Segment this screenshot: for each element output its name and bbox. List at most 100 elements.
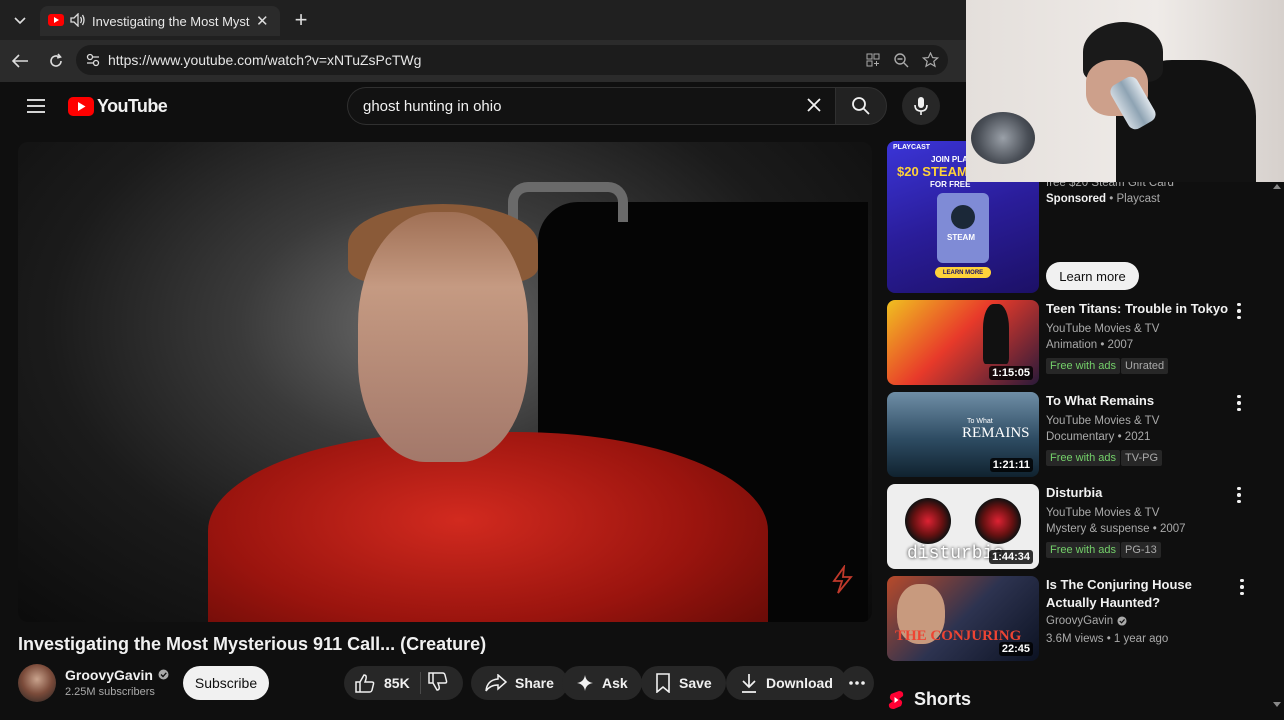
tab-list-chevron-icon[interactable]: [8, 8, 32, 32]
grab-handle: [508, 182, 628, 222]
save-label: Save: [679, 675, 712, 691]
verified-check-icon: [158, 667, 169, 683]
video-title-link[interactable]: Is The Conjuring House Actually Haunted?: [1046, 576, 1236, 612]
more-vertical-icon[interactable]: [1231, 393, 1247, 413]
like-count: 85K: [384, 675, 410, 691]
video-meta: Documentary • 2021: [1046, 431, 1151, 443]
youtube-favicon-icon: [48, 13, 64, 29]
sparkle-icon: [577, 675, 593, 691]
more-horizontal-icon: [849, 681, 865, 685]
ad-free-text: FOR FREE: [930, 180, 971, 189]
thumb-figure: [983, 304, 1009, 364]
subscribe-button[interactable]: Subscribe: [183, 666, 269, 700]
sponsored-label: Sponsored: [1046, 193, 1107, 205]
youtube-logo-text: YouTube: [97, 96, 168, 116]
subscriber-count: 2.25M subscribers: [65, 686, 155, 698]
zoom-icon[interactable]: [891, 50, 911, 70]
advertiser-name: Playcast: [1116, 193, 1160, 205]
address-bar[interactable]: https://www.youtube.com/watch?v=xNTuZsPc…: [76, 45, 948, 75]
video-channel[interactable]: GroovyGavin: [1046, 615, 1113, 627]
site-info-icon[interactable]: [85, 52, 101, 71]
steam-text: STEAM: [947, 233, 975, 242]
channel-watermark-icon[interactable]: [830, 563, 854, 600]
learn-more-button[interactable]: Learn more: [1046, 262, 1139, 290]
share-button[interactable]: Share: [471, 666, 568, 700]
person-face: [358, 212, 528, 462]
video-thumbnail[interactable]: disturbia 1:44:34: [887, 484, 1039, 569]
video-thumbnail[interactable]: To What REMAINS 1:21:11: [887, 392, 1039, 477]
scroll-up-arrow-icon[interactable]: [1273, 184, 1281, 189]
channel-name-row[interactable]: GroovyGavin: [65, 667, 169, 683]
ask-label: Ask: [602, 675, 628, 691]
rating-badge: TV-PG: [1121, 450, 1163, 466]
binocular-lens-left: [905, 498, 951, 544]
free-with-ads-badge: Free with ads: [1046, 358, 1121, 374]
channel-avatar[interactable]: [18, 664, 56, 702]
back-arrow-icon[interactable]: [7, 48, 33, 74]
more-vertical-icon[interactable]: [1231, 301, 1247, 321]
video-meta: Animation • 2007: [1046, 339, 1134, 351]
channel-name[interactable]: GroovyGavin: [65, 667, 153, 683]
steam-card-image: STEAM: [937, 193, 989, 263]
red-jacket: [208, 432, 768, 622]
shorts-label: Shorts: [914, 689, 972, 709]
new-tab-plus-icon[interactable]: +: [289, 7, 313, 32]
tab-close-icon[interactable]: ✕: [256, 12, 269, 30]
rating-badge: PG-13: [1121, 542, 1161, 558]
like-button[interactable]: 85K: [354, 673, 410, 693]
video-duration: 22:45: [998, 642, 1033, 656]
download-button[interactable]: Download: [726, 666, 847, 700]
app-available-icon[interactable]: [863, 50, 883, 70]
video-player[interactable]: [18, 142, 872, 622]
scroll-down-arrow-icon[interactable]: [1273, 702, 1281, 707]
steam-logo-icon: [951, 205, 975, 229]
video-channel-row[interactable]: GroovyGavin: [1046, 615, 1127, 627]
download-icon: [742, 674, 756, 693]
favorite-star-icon[interactable]: [920, 50, 940, 70]
video-thumbnail[interactable]: 1:15:05: [887, 300, 1039, 385]
more-actions-button[interactable]: [840, 666, 874, 700]
video-thumbnail[interactable]: THE CONJURING 22:45: [887, 576, 1039, 661]
video-channel[interactable]: YouTube Movies & TV: [1046, 507, 1159, 519]
thumbs-up-icon: [355, 674, 375, 693]
shorts-logo-icon: [888, 690, 904, 709]
speaker-icon[interactable]: [70, 11, 86, 30]
video-duration: 1:21:11: [989, 458, 1033, 472]
youtube-header: YouTube ghost hunting in ohio: [0, 82, 966, 130]
video-channel[interactable]: YouTube Movies & TV: [1046, 323, 1159, 335]
video-title-link[interactable]: Disturbia: [1046, 484, 1236, 502]
search-input[interactable]: ghost hunting in ohio: [347, 87, 835, 125]
thumbs-down-icon: [427, 671, 448, 691]
youtube-logo[interactable]: YouTube: [68, 96, 168, 117]
search-button[interactable]: [835, 87, 887, 125]
binocular-lens-right: [975, 498, 1021, 544]
video-title-link[interactable]: To What Remains: [1046, 392, 1236, 410]
thumb-small-text: To What: [967, 418, 993, 425]
voice-search-button[interactable]: [902, 87, 940, 125]
ad-offer-text: $20 STEAM: [897, 164, 968, 179]
search-icon: [852, 97, 870, 115]
video-title: Investigating the Most Mysterious 911 Ca…: [18, 634, 487, 654]
sidebar-scrollbar[interactable]: [1270, 182, 1284, 720]
free-with-ads-badge: Free with ads: [1046, 450, 1121, 466]
browser-tab-active[interactable]: Investigating the Most Myster ✕: [40, 6, 280, 36]
more-vertical-icon[interactable]: [1234, 577, 1250, 597]
video-duration: 1:15:05: [989, 366, 1033, 380]
ad-sponsor-line: Sponsored • Playcast: [1046, 193, 1160, 205]
ask-button[interactable]: Ask: [562, 666, 642, 700]
thumb-title-text: REMAINS: [962, 425, 1030, 441]
dislike-button[interactable]: [427, 671, 449, 695]
menu-hamburger-icon[interactable]: [26, 98, 46, 119]
video-duration: 1:44:34: [989, 550, 1033, 564]
video-channel[interactable]: YouTube Movies & TV: [1046, 415, 1159, 427]
rating-badge: Unrated: [1121, 358, 1169, 374]
more-vertical-icon[interactable]: [1231, 485, 1247, 505]
tab-title: Investigating the Most Myster: [92, 13, 250, 29]
ad-learn-more-small: LEARN MORE: [935, 267, 991, 278]
clear-search-icon[interactable]: [805, 96, 823, 118]
bookmark-icon: [656, 673, 670, 693]
save-button[interactable]: Save: [641, 666, 726, 700]
video-title-link[interactable]: Teen Titans: Trouble in Tokyo: [1046, 300, 1236, 318]
refresh-icon[interactable]: [43, 48, 69, 74]
share-label: Share: [515, 675, 554, 691]
